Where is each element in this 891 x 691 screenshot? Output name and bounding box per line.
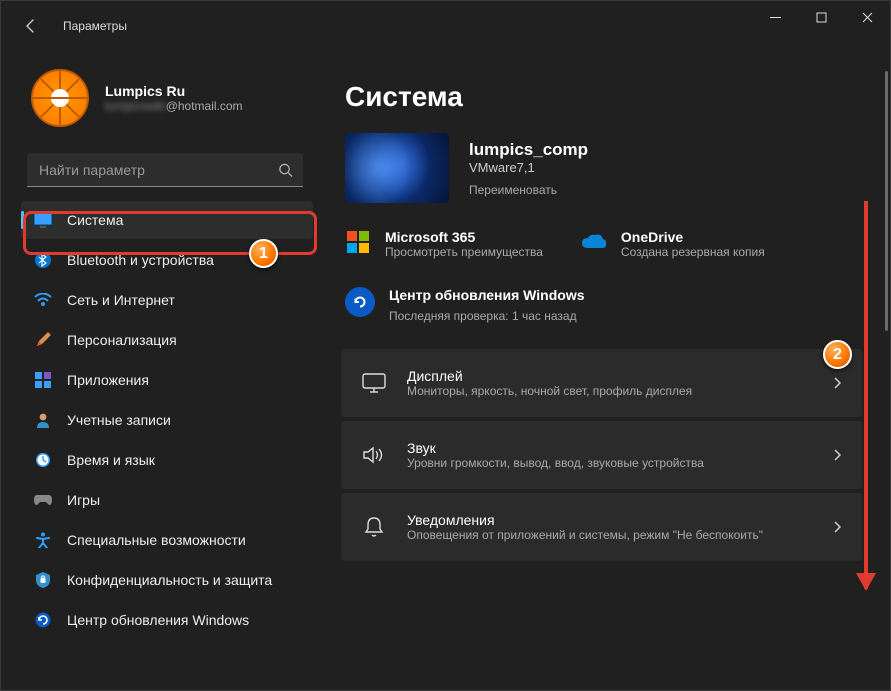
avatar [31, 69, 89, 127]
titlebar: Параметры [1, 1, 890, 51]
card-sub: Мониторы, яркость, ночной свет, профиль … [407, 384, 812, 398]
display-icon [33, 210, 53, 230]
maximize-button[interactable] [798, 1, 844, 33]
page-heading: Система [345, 81, 862, 113]
promo-onedrive[interactable]: OneDrive Создана резервная копия [581, 229, 765, 259]
bell-icon [361, 514, 387, 540]
chevron-right-icon [832, 520, 842, 534]
card-sub: Оповещения от приложений и системы, режи… [407, 528, 812, 542]
nav-label: Bluetooth и устройства [67, 252, 214, 268]
nav-item-personalization[interactable]: Персонализация [21, 321, 313, 359]
close-button[interactable] [844, 1, 890, 33]
nav-label: Игры [67, 492, 100, 508]
nav-label: Конфиденциальность и защита [67, 572, 272, 588]
card-title: Уведомления [407, 512, 812, 528]
nav-item-update[interactable]: Центр обновления Windows [21, 601, 313, 639]
wifi-icon [33, 290, 53, 310]
update-icon [33, 610, 53, 630]
pc-block: lumpics_comp VMware7,1 Переименовать [345, 133, 862, 203]
sound-icon [361, 442, 387, 468]
nav-label: Время и язык [67, 452, 155, 468]
card-title: Звук [407, 440, 812, 456]
user-email: lumpicswiki@hotmail.com [105, 99, 243, 113]
nav-item-bluetooth[interactable]: Bluetooth и устройства [21, 241, 313, 279]
card-title: Дисплей [407, 368, 812, 384]
bluetooth-icon [33, 250, 53, 270]
minimize-button[interactable] [752, 1, 798, 33]
desktop-thumbnail [345, 133, 449, 203]
main-panel: Система lumpics_comp VMware7,1 Переимено… [321, 51, 890, 690]
wu-sub: Последняя проверка: 1 час назад [389, 309, 585, 323]
apps-icon [33, 370, 53, 390]
gamepad-icon [33, 490, 53, 510]
scrollbar[interactable] [885, 71, 888, 331]
nav-label: Приложения [67, 372, 149, 388]
promo-title: Microsoft 365 [385, 229, 543, 245]
clock-icon [33, 450, 53, 470]
search-row [27, 153, 303, 187]
user-block[interactable]: Lumpics Ru lumpicswiki@hotmail.com [17, 51, 313, 137]
nav-label: Сеть и Интернет [67, 292, 175, 308]
nav-item-network[interactable]: Сеть и Интернет [21, 281, 313, 319]
nav: Система Bluetooth и устройства Сеть и Ин… [21, 201, 313, 639]
windows-update-block[interactable]: Центр обновления Windows Последняя прове… [345, 287, 625, 323]
ms365-icon [345, 229, 371, 255]
nav-item-accounts[interactable]: Учетные записи [21, 401, 313, 439]
sidebar: Lumpics Ru lumpicswiki@hotmail.com Систе… [1, 51, 321, 690]
nav-item-accessibility[interactable]: Специальные возможности [21, 521, 313, 559]
nav-label: Центр обновления Windows [67, 612, 249, 628]
window-controls [752, 19, 890, 33]
nav-item-privacy[interactable]: Конфиденциальность и защита [21, 561, 313, 599]
promo-title: OneDrive [621, 229, 765, 245]
wu-title: Центр обновления Windows [389, 287, 585, 305]
nav-item-gaming[interactable]: Игры [21, 481, 313, 519]
search-input[interactable] [27, 153, 303, 187]
nav-item-time[interactable]: Время и язык [21, 441, 313, 479]
search-icon [278, 163, 293, 178]
shield-icon [33, 570, 53, 590]
nav-label: Учетные записи [67, 412, 171, 428]
user-name: Lumpics Ru [105, 83, 243, 99]
rename-link[interactable]: Переименовать [469, 183, 588, 197]
card-sub: Уровни громкости, вывод, ввод, звуковые … [407, 456, 812, 470]
chevron-right-icon [832, 448, 842, 462]
nav-item-system[interactable]: Система [21, 201, 313, 239]
nav-label: Специальные возможности [67, 532, 246, 548]
display-icon [361, 370, 387, 396]
nav-item-apps[interactable]: Приложения [21, 361, 313, 399]
pc-name: lumpics_comp [469, 140, 588, 160]
promo-row: Microsoft 365 Просмотреть преимущества O… [345, 229, 862, 259]
settings-cards: Дисплей Мониторы, яркость, ночной свет, … [341, 349, 862, 561]
chevron-right-icon [832, 376, 842, 390]
window-title: Параметры [63, 19, 127, 33]
nav-label: Система [67, 212, 123, 228]
nav-label: Персонализация [67, 332, 177, 348]
promo-ms365[interactable]: Microsoft 365 Просмотреть преимущества [345, 229, 543, 259]
onedrive-icon [581, 229, 607, 255]
promo-sub: Создана резервная копия [621, 245, 765, 259]
promo-sub: Просмотреть преимущества [385, 245, 543, 259]
card-sound[interactable]: Звук Уровни громкости, вывод, ввод, звук… [341, 421, 862, 489]
back-button[interactable] [17, 12, 45, 40]
brush-icon [33, 330, 53, 350]
accessibility-icon [33, 530, 53, 550]
update-icon [345, 287, 375, 317]
card-display[interactable]: Дисплей Мониторы, яркость, ночной свет, … [341, 349, 862, 417]
card-notifications[interactable]: Уведомления Оповещения от приложений и с… [341, 493, 862, 561]
user-icon [33, 410, 53, 430]
pc-model: VMware7,1 [469, 160, 588, 175]
